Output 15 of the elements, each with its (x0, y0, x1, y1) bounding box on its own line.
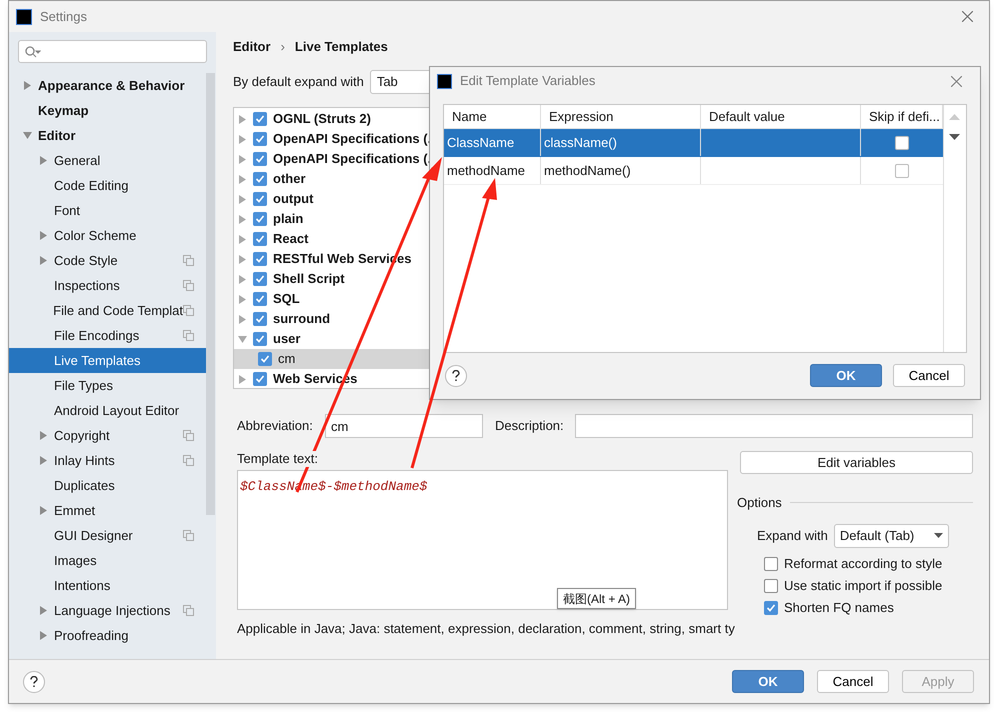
field-label: By default expand with (233, 73, 364, 92)
table-cell: ClassName (444, 129, 541, 156)
applicable-text: Applicable in Java; Java: statement, expression, declaration, comment, string, smart ty (237, 620, 735, 638)
dialog-title: Edit Template Variables (460, 72, 596, 90)
field-label: Abbreviation: (236, 417, 314, 436)
field-label: Expand with (757, 526, 828, 545)
section-title: Options (737, 494, 782, 512)
table-cell: methodName() (541, 157, 701, 184)
window-title: Settings (40, 8, 88, 26)
tooltip: 截图(Alt + A) (557, 588, 636, 609)
field-label: Template text: (237, 451, 318, 467)
table-cell: className() (541, 129, 701, 156)
breadcrumb-separator: › (280, 38, 285, 56)
field-label: Description: (495, 417, 565, 436)
breadcrumb-item: Live Templates (294, 38, 388, 56)
